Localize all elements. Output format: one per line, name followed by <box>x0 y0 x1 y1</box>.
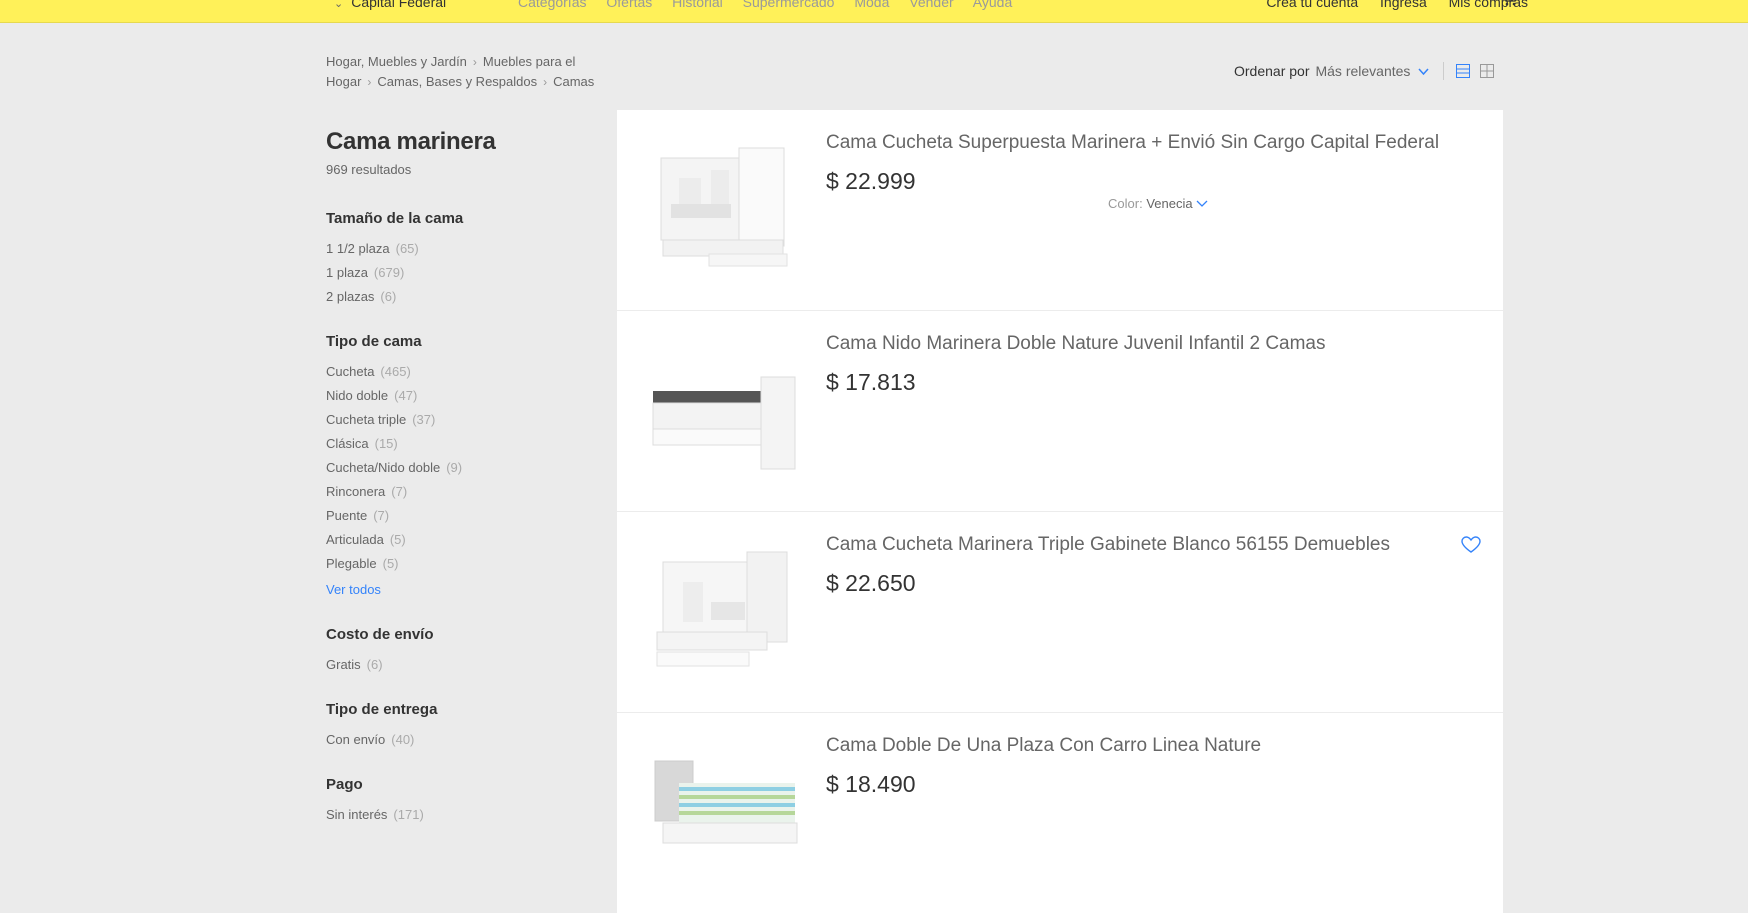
product-price: $ 22.999 <box>826 168 916 194</box>
filter-title: Pago <box>326 776 363 793</box>
chevron-right-icon: › <box>472 55 477 69</box>
nav-categorias[interactable]: Categorías <box>518 0 586 10</box>
filter-option[interactable]: 1 plaza (679) <box>326 261 586 285</box>
results-list: Cama Cucheta Superpuesta Marinera + Envi… <box>617 110 1503 913</box>
chevron-right-icon: › <box>543 75 548 89</box>
filter-option[interactable]: 2 plazas (6) <box>326 285 586 309</box>
color-value: Venecia <box>1146 196 1193 211</box>
breadcrumb-item[interactable]: Camas <box>553 74 594 89</box>
filter-group-size: Tamaño de la cama 1 1/2 plaza (65) 1 plaz… <box>326 210 586 309</box>
account-nav: Creá tu cuenta Ingresá Mis compras <box>1248 0 1528 10</box>
breadcrumb-item[interactable]: Hogar, Muebles y Jardín <box>326 54 467 69</box>
nav-ofertas[interactable]: Ofertas <box>606 0 652 10</box>
breadcrumb-item[interactable]: Camas, Bases y Respaldos <box>377 74 537 89</box>
product-price: $ 18.490 <box>826 771 916 797</box>
sort-bar: Ordenar por Más relevantes <box>1234 62 1504 80</box>
product-price: $ 17.813 <box>826 369 916 395</box>
divider <box>1443 62 1445 80</box>
heart-icon[interactable] <box>1461 536 1481 554</box>
grid-view-icon[interactable] <box>1480 64 1495 78</box>
filter-option[interactable]: Articulada (5) <box>326 528 586 552</box>
product-price: $ 22.650 <box>826 570 916 596</box>
filter-option[interactable]: Cucheta (465) <box>326 360 586 384</box>
filter-title: Tamaño de la cama <box>326 210 464 227</box>
filter-option[interactable]: Sin interés (171) <box>326 803 586 827</box>
filter-group-shipping: Costo de envío Gratis (6) <box>326 626 586 677</box>
nav-historial[interactable]: Historial <box>672 0 723 10</box>
nav-moda[interactable]: Moda <box>854 0 889 10</box>
product-card[interactable]: Cama Nido Marinera Doble Nature Juvenil … <box>617 311 1503 512</box>
filter-option[interactable]: Plegable (5) <box>326 552 586 576</box>
cart-icon[interactable] <box>1500 0 1518 6</box>
chevron-right-icon: › <box>367 75 372 89</box>
chevron-down-icon <box>1196 200 1208 207</box>
filter-option[interactable]: Nido doble (47) <box>326 384 586 408</box>
filter-option[interactable]: Gratis (6) <box>326 653 586 677</box>
main-nav: Categorías Ofertas Historial Supermercad… <box>518 0 1028 10</box>
product-title[interactable]: Cama Nido Marinera Doble Nature Juvenil … <box>826 333 1326 355</box>
product-card[interactable]: Cama Doble De Una Plaza Con Carro Linea … <box>617 713 1503 913</box>
see-all-link[interactable]: Ver todos <box>326 578 586 602</box>
login-link[interactable]: Ingresá <box>1380 0 1427 10</box>
breadcrumb: Hogar, Muebles y Jardín › Muebles para el … <box>326 52 606 92</box>
filter-option[interactable]: Cucheta triple (37) <box>326 408 586 432</box>
filter-title: Costo de envío <box>326 626 434 643</box>
filter-option[interactable]: Con envío (40) <box>326 728 586 752</box>
nav-vender[interactable]: Vender <box>909 0 953 10</box>
chevron-down-icon[interactable] <box>1418 66 1429 77</box>
product-title[interactable]: Cama Cucheta Marinera Triple Gabinete Bl… <box>826 534 1390 556</box>
filter-option[interactable]: 1 1/2 plaza (65) <box>326 237 586 261</box>
nav-ayuda[interactable]: Ayuda <box>973 0 1012 10</box>
product-card[interactable]: Cama Cucheta Marinera Triple Gabinete Bl… <box>617 512 1503 713</box>
sort-dropdown[interactable]: Más relevantes <box>1315 63 1410 79</box>
results-count: 969 resultados <box>326 162 412 177</box>
filter-group-delivery: Tipo de entrega Con envío (40) <box>326 701 586 752</box>
filter-option[interactable]: Rinconera (7) <box>326 480 586 504</box>
sort-label: Ordenar por <box>1234 63 1310 79</box>
color-label: Color: <box>1108 196 1143 211</box>
page-title: Cama marinera <box>326 128 496 155</box>
product-title[interactable]: Cama Doble De Una Plaza Con Carro Linea … <box>826 735 1261 757</box>
nav-supermercado[interactable]: Supermercado <box>743 0 835 10</box>
chevron-down-icon: ⌄ <box>334 0 344 10</box>
product-image[interactable] <box>649 542 799 682</box>
product-image[interactable] <box>649 341 799 481</box>
product-image[interactable] <box>649 743 799 883</box>
filter-group-bed-type: Tipo de cama Cucheta (465) Nido doble (47)… <box>326 333 586 602</box>
create-account-link[interactable]: Creá tu cuenta <box>1266 0 1358 10</box>
filters-sidebar: Tamaño de la cama 1 1/2 plaza (65) 1 plaz… <box>326 210 586 851</box>
filter-option[interactable]: Clásica (15) <box>326 432 586 456</box>
location-label: Capital Federal <box>351 0 447 10</box>
filter-group-payment: Pago Sin interés (171) <box>326 776 586 827</box>
color-selector[interactable]: Color: Venecia <box>1108 196 1208 211</box>
location-selector[interactable]: ⌄ Capital Federal <box>334 0 446 10</box>
filter-title: Tipo de entrega <box>326 701 438 718</box>
product-image[interactable] <box>649 140 799 280</box>
filter-option[interactable]: Puente (7) <box>326 504 586 528</box>
filter-title: Tipo de cama <box>326 333 422 350</box>
list-view-icon[interactable] <box>1456 64 1471 78</box>
top-header: ⌄ Capital Federal Categorías Ofertas Hist… <box>0 0 1748 23</box>
product-title[interactable]: Cama Cucheta Superpuesta Marinera + Envi… <box>826 132 1439 154</box>
product-card[interactable]: Cama Cucheta Superpuesta Marinera + Envi… <box>617 110 1503 311</box>
filter-option[interactable]: Cucheta/Nido doble (9) <box>326 456 586 480</box>
